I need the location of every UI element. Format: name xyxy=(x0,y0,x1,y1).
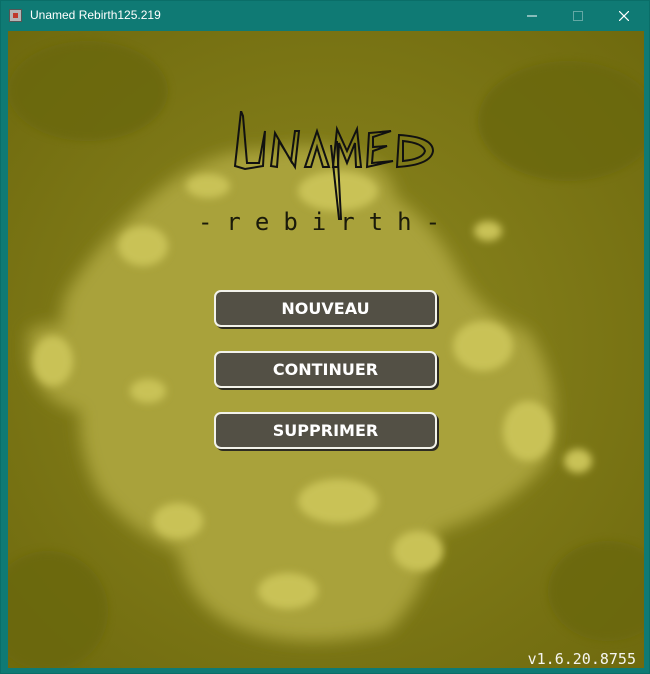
app-icon[interactable] xyxy=(9,9,22,22)
minimize-button[interactable] xyxy=(509,1,555,31)
title-bar[interactable]: Unamed Rebirth125.219 xyxy=(1,1,649,31)
window-title: Unamed Rebirth125.219 xyxy=(30,8,161,22)
close-icon xyxy=(619,11,629,21)
game-subtitle: -rebirth- xyxy=(197,208,455,236)
continue-button[interactable]: CONTINUER xyxy=(214,351,437,388)
new-game-button[interactable]: NOUVEAU xyxy=(214,290,437,327)
close-button[interactable] xyxy=(601,1,647,31)
maximize-button[interactable] xyxy=(555,1,601,31)
maximize-icon xyxy=(573,11,583,21)
game-logo xyxy=(233,111,435,220)
minimize-icon xyxy=(527,15,537,17)
game-canvas: -rebirth- NOUVEAU CONTINUER SUPPRIMER v1… xyxy=(8,31,644,668)
delete-button[interactable]: SUPPRIMER xyxy=(214,412,437,449)
game-window: Unamed Rebirth125.219 -rebirth- NOUVEAU … xyxy=(0,0,650,674)
version-label: v1.6.20.8755 xyxy=(527,650,636,668)
